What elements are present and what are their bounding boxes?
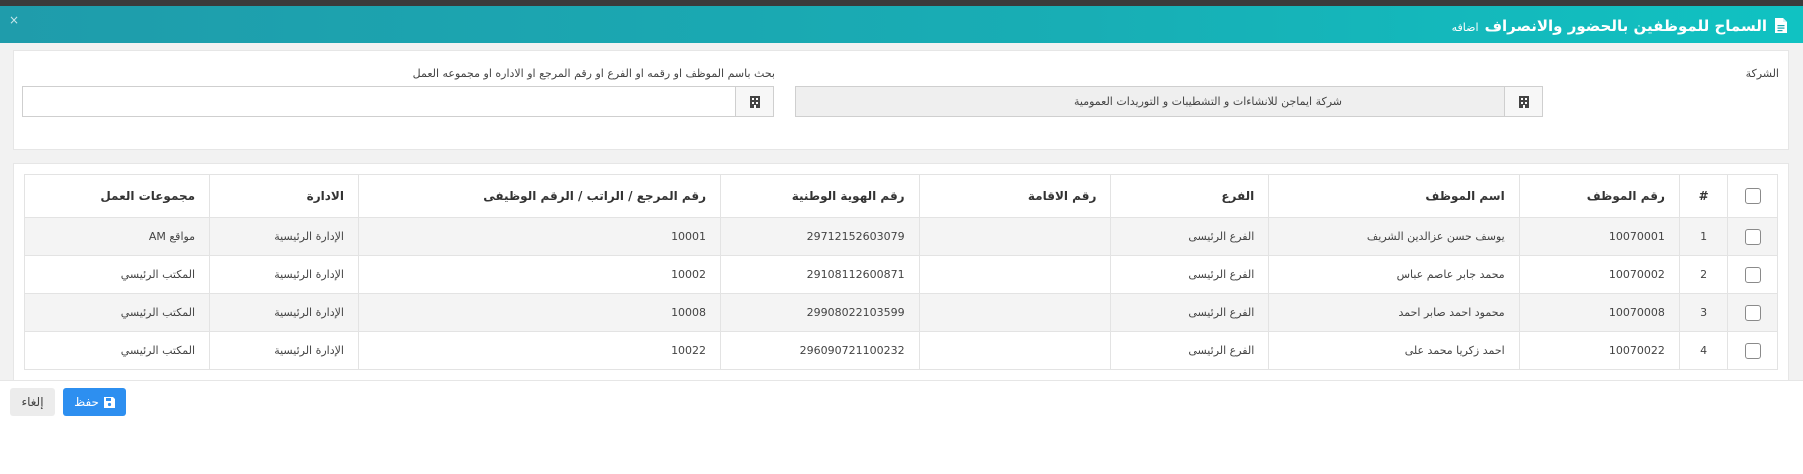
cancel-label: إلغاء xyxy=(21,395,44,409)
cell-dept: الإدارة الرئيسية xyxy=(209,217,359,256)
row-checkbox[interactable] xyxy=(1744,266,1761,283)
cell-branch: الفرع الرئيسى xyxy=(1110,217,1270,256)
cell-ref: 10001 xyxy=(357,217,722,256)
filters-panel: الشركة شركة ايماجن للانشاءات و التشطيبات… xyxy=(13,50,1789,150)
modal-header: × السماح للموظفين بالحضور والانصراف اضاف… xyxy=(0,6,1803,43)
cell-residence xyxy=(918,255,1112,294)
employees-table: # رقم الموظف اسم الموظف الفرع رقم الاقام… xyxy=(23,174,1778,370)
company-value: شركة ايماجن للانشاءات و التشطيبات و التو… xyxy=(1074,95,1342,108)
cell-groups: المكتب الرئيسي xyxy=(23,331,211,370)
save-label: حفظ xyxy=(74,395,99,409)
cell-dept: الإدارة الرئيسية xyxy=(209,331,359,370)
cell-residence xyxy=(918,217,1112,256)
cell-residence xyxy=(918,331,1112,370)
col-index: # xyxy=(1678,174,1729,218)
col-residence: رقم الاقامة xyxy=(918,174,1112,218)
cell-emp-no: 10070002 xyxy=(1518,255,1680,294)
cell-emp-no: 10070022 xyxy=(1518,331,1680,370)
cell-name: محمد جابر عاصم عباس xyxy=(1268,255,1520,294)
modal-footer: حفظ إلغاء xyxy=(0,380,1803,474)
table-row[interactable]: 2 10070002 محمد جابر عاصم عباس الفرع الر… xyxy=(23,255,1778,294)
row-checkbox[interactable] xyxy=(1744,228,1761,245)
cell-ref: 10008 xyxy=(357,293,722,332)
cell-name: يوسف حسن عزالدين الشريف xyxy=(1268,217,1520,256)
select-all-cell xyxy=(1727,174,1778,218)
cell-ref: 10022 xyxy=(357,331,722,370)
table-row[interactable]: 4 10070022 احمد زكريا محمد على الفرع الر… xyxy=(23,331,1778,370)
row-select-cell xyxy=(1727,331,1778,370)
cell-name: احمد زكريا محمد على xyxy=(1268,331,1520,370)
company-label: الشركة xyxy=(1745,67,1779,80)
close-icon[interactable]: × xyxy=(9,13,19,27)
col-branch: الفرع xyxy=(1110,174,1270,218)
search-field[interactable] xyxy=(22,86,774,117)
building-icon xyxy=(1504,87,1542,116)
col-national-id: رقم الهوية الوطنية xyxy=(720,174,920,218)
row-index: 3 xyxy=(1678,293,1729,332)
document-icon xyxy=(1775,18,1787,33)
employees-panel: # رقم الموظف اسم الموظف الفرع رقم الاقام… xyxy=(13,163,1789,408)
row-select-cell xyxy=(1727,217,1778,256)
floppy-disk-icon xyxy=(103,396,115,408)
search-input[interactable] xyxy=(23,87,735,116)
col-name: اسم الموظف xyxy=(1268,174,1520,218)
row-checkbox[interactable] xyxy=(1744,342,1761,359)
cell-ref: 10002 xyxy=(357,255,722,294)
search-label: بحث باسم الموظف او رقمه او الفرع او رقم … xyxy=(412,67,775,80)
cell-branch: الفرع الرئيسى xyxy=(1110,331,1270,370)
cell-branch: الفرع الرئيسى xyxy=(1110,293,1270,332)
cancel-button[interactable]: إلغاء xyxy=(10,388,55,416)
save-button[interactable]: حفظ xyxy=(63,388,126,416)
row-index: 4 xyxy=(1678,331,1729,370)
cell-dept: الإدارة الرئيسية xyxy=(209,255,359,294)
modal-title: السماح للموظفين بالحضور والانصراف اضافه xyxy=(1452,16,1787,35)
cell-dept: الإدارة الرئيسية xyxy=(209,293,359,332)
modal-dialog: × السماح للموظفين بالحضور والانصراف اضاف… xyxy=(0,6,1803,474)
building-icon xyxy=(735,87,773,116)
modal-subtitle: اضافه xyxy=(1451,21,1479,34)
cell-groups: مواقع AM xyxy=(23,217,211,256)
row-select-cell xyxy=(1727,293,1778,332)
cell-residence xyxy=(918,293,1112,332)
col-groups: مجموعات العمل xyxy=(23,174,211,218)
table-row[interactable]: 3 10070008 محمود احمد صابر احمد الفرع ال… xyxy=(23,293,1778,332)
col-emp-no: رقم الموظف xyxy=(1518,174,1680,218)
modal-title-text: السماح للموظفين بالحضور والانصراف xyxy=(1484,17,1767,35)
select-all-checkbox[interactable] xyxy=(1744,188,1761,204)
row-checkbox[interactable] xyxy=(1744,304,1761,321)
cell-groups: المكتب الرئيسي xyxy=(23,255,211,294)
company-field[interactable]: شركة ايماجن للانشاءات و التشطيبات و التو… xyxy=(795,86,1543,117)
cell-national-id: 296090721100232 xyxy=(720,331,920,370)
row-index: 2 xyxy=(1678,255,1729,294)
row-select-cell xyxy=(1727,255,1778,294)
table-row[interactable]: 1 10070001 يوسف حسن عزالدين الشريف الفرع… xyxy=(23,217,1778,256)
cell-groups: المكتب الرئيسي xyxy=(23,293,211,332)
cell-national-id: 29908022103599 xyxy=(720,293,920,332)
cell-emp-no: 10070001 xyxy=(1518,217,1680,256)
cell-national-id: 29108112600871 xyxy=(720,255,920,294)
col-ref: رقم المرجع / الراتب / الرقم الوظيفى xyxy=(357,174,722,218)
cell-name: محمود احمد صابر احمد xyxy=(1268,293,1520,332)
cell-emp-no: 10070008 xyxy=(1518,293,1680,332)
cell-branch: الفرع الرئيسى xyxy=(1110,255,1270,294)
col-dept: الادارة xyxy=(209,174,359,218)
table-header-row: # رقم الموظف اسم الموظف الفرع رقم الاقام… xyxy=(23,174,1778,218)
cell-national-id: 29712152603079 xyxy=(720,217,920,256)
row-index: 1 xyxy=(1678,217,1729,256)
